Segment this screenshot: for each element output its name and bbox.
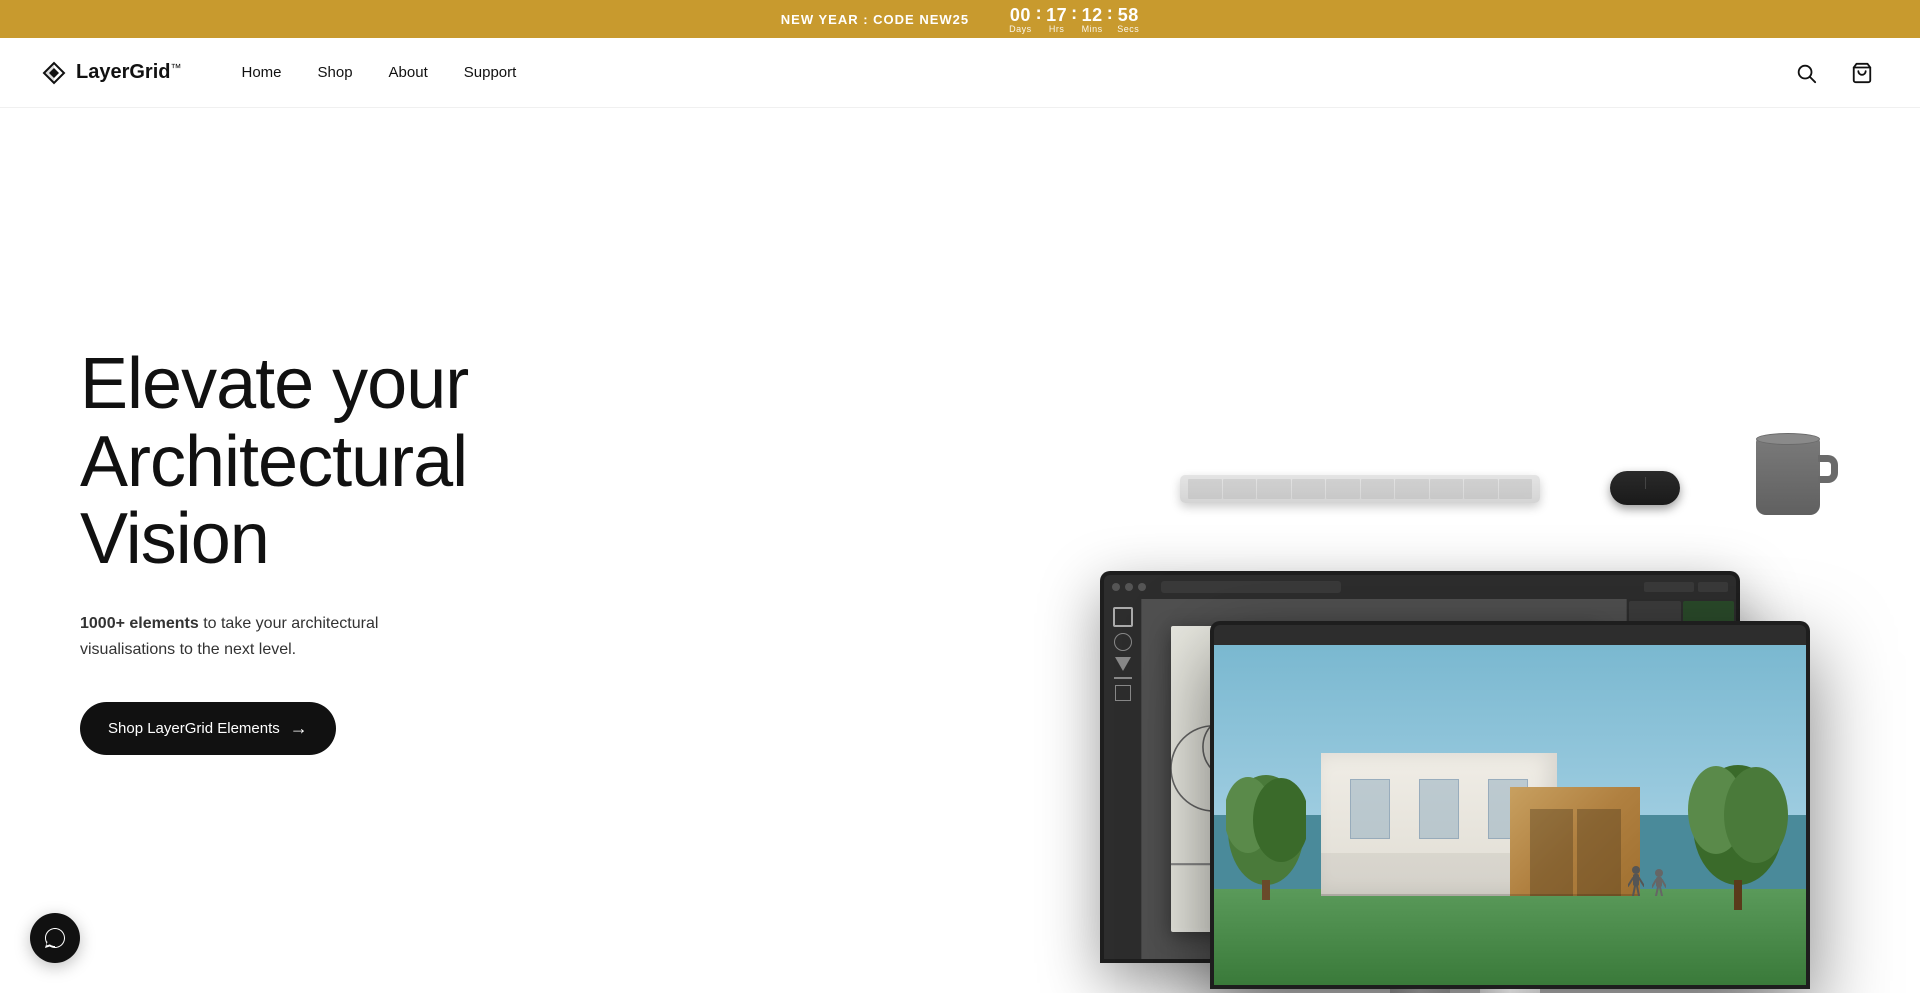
nav-item-shop[interactable]: Shop bbox=[318, 64, 353, 82]
keyboard-keys bbox=[1188, 479, 1532, 499]
mug-body bbox=[1756, 437, 1820, 515]
ps-controls bbox=[1644, 582, 1728, 592]
mouse bbox=[1610, 471, 1680, 505]
mug bbox=[1756, 437, 1820, 515]
nav-item-support[interactable]: Support bbox=[464, 64, 517, 82]
chat-icon bbox=[43, 926, 67, 950]
ps-tool-4 bbox=[1114, 677, 1132, 679]
mug-top bbox=[1756, 433, 1820, 445]
logo-icon bbox=[40, 59, 68, 87]
countdown-sep-2: : bbox=[1071, 4, 1078, 34]
search-icon bbox=[1795, 62, 1817, 84]
hero-title: Elevate your Architectural Vision bbox=[80, 346, 600, 579]
cart-button[interactable] bbox=[1844, 55, 1880, 91]
cart-icon bbox=[1851, 62, 1873, 84]
ps-dot-3 bbox=[1138, 583, 1146, 591]
countdown-sep-3: : bbox=[1107, 4, 1114, 34]
countdown-mins: 12 Mins bbox=[1082, 6, 1103, 34]
countdown: 00 Days : 17 Hrs : 12 Mins : 58 Secs bbox=[1009, 4, 1139, 34]
mouse-divider bbox=[1645, 477, 1646, 489]
nav-link-about[interactable]: About bbox=[389, 64, 428, 81]
countdown-sep-1: : bbox=[1036, 4, 1043, 34]
search-button[interactable] bbox=[1788, 55, 1824, 91]
render-tree-left bbox=[1226, 770, 1306, 900]
ps-ctrl-2 bbox=[1698, 582, 1728, 592]
building-brown bbox=[1510, 787, 1640, 896]
countdown-days: 00 Days bbox=[1009, 6, 1032, 34]
ps-dot-1 bbox=[1112, 583, 1120, 591]
windows-row bbox=[1339, 779, 1538, 839]
render-people bbox=[1628, 864, 1666, 896]
countdown-secs: 58 Secs bbox=[1117, 6, 1139, 34]
nav-item-home[interactable]: Home bbox=[241, 64, 281, 82]
logo[interactable]: LayerGrid™ bbox=[40, 59, 181, 87]
mug-handle bbox=[1818, 455, 1838, 483]
window-1 bbox=[1350, 779, 1390, 839]
ps-ctrl-1 bbox=[1644, 582, 1694, 592]
countdown-hrs: 17 Hrs bbox=[1046, 6, 1067, 34]
ps-topbar bbox=[1104, 575, 1736, 599]
nav-link-shop[interactable]: Shop bbox=[318, 64, 353, 81]
ps-tool-5 bbox=[1115, 685, 1131, 701]
brown-windows bbox=[1530, 809, 1621, 896]
hero-content: Elevate your Architectural Vision 1000+ … bbox=[80, 346, 600, 755]
nav-left: LayerGrid™ Home Shop About Support bbox=[40, 59, 516, 87]
ps-title-bar bbox=[1161, 581, 1341, 593]
nav-link-home[interactable]: Home bbox=[241, 64, 281, 81]
announcement-bar: NEW YEAR : CODE NEW25 00 Days : 17 Hrs :… bbox=[0, 0, 1920, 38]
front-topbar bbox=[1214, 625, 1806, 645]
front-monitor bbox=[1210, 621, 1810, 993]
brown-win-2 bbox=[1577, 809, 1621, 896]
nav-item-about[interactable]: About bbox=[389, 64, 428, 82]
mug-body-wrap bbox=[1756, 437, 1820, 515]
ps-tool-2 bbox=[1114, 633, 1132, 651]
nav-right bbox=[1788, 55, 1880, 91]
keyboard bbox=[1180, 475, 1540, 503]
ps-tool-1 bbox=[1113, 607, 1133, 627]
ps-tool-3 bbox=[1115, 657, 1131, 671]
render-tree-right bbox=[1688, 760, 1788, 910]
nav-links: Home Shop About Support bbox=[241, 64, 516, 82]
nav-link-support[interactable]: Support bbox=[464, 64, 517, 81]
hero-cta-button[interactable]: Shop LayerGrid Elements → bbox=[80, 702, 336, 755]
promo-text: NEW YEAR : CODE NEW25 bbox=[781, 12, 969, 27]
ps-dot-2 bbox=[1125, 583, 1133, 591]
window-2 bbox=[1419, 779, 1459, 839]
chat-bubble[interactable] bbox=[30, 913, 80, 963]
navbar: LayerGrid™ Home Shop About Support bbox=[0, 38, 1920, 108]
hero-section: Elevate your Architectural Vision 1000+ … bbox=[0, 108, 1920, 993]
cta-arrow-icon: → bbox=[290, 718, 308, 739]
logo-text: LayerGrid™ bbox=[76, 61, 181, 84]
building-shadow bbox=[1321, 894, 1641, 896]
front-monitor-neck bbox=[1480, 989, 1540, 993]
ps-tools bbox=[1104, 599, 1142, 959]
hero-subtitle: 1000+ elements to take your architectura… bbox=[80, 611, 440, 662]
front-render bbox=[1214, 645, 1806, 985]
brown-win-1 bbox=[1530, 809, 1574, 896]
